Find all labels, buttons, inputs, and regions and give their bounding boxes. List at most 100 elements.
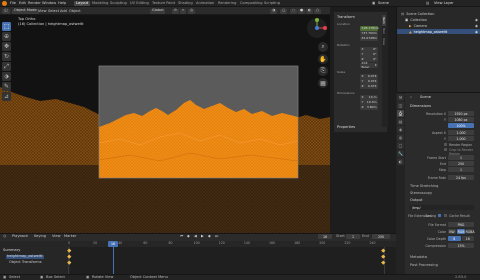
outliner-row-collection[interactable]: ▣ Collection ◉ bbox=[397, 17, 480, 22]
output-section-header[interactable]: Output bbox=[410, 198, 422, 202]
props-search-icon[interactable]: ⌕ bbox=[410, 95, 412, 100]
cursor-icon[interactable]: ⊕ bbox=[2, 32, 11, 41]
color-depth-16-button[interactable]: 16 bbox=[461, 236, 474, 241]
location-x-field[interactable]: X 28.1781m bbox=[360, 26, 379, 31]
3d-viewport[interactable] bbox=[0, 15, 330, 233]
timeline-editor-icon[interactable]: ◷ bbox=[3, 234, 6, 239]
track-heightmap[interactable]: heightmap_ostweltt bbox=[6, 254, 44, 259]
material-tab-icon[interactable]: ◐ bbox=[397, 158, 404, 165]
snap-icon[interactable]: ⌖ bbox=[180, 8, 187, 14]
view-layer-tab-icon[interactable]: ▤ bbox=[397, 118, 404, 125]
timeline-tracks[interactable] bbox=[0, 247, 396, 274]
frame-end-field[interactable]: 250 bbox=[448, 161, 474, 166]
grid-toggle-icon[interactable]: ▦ bbox=[318, 78, 328, 88]
resolution-x-field[interactable]: 1920 px bbox=[448, 111, 474, 116]
overlays-icon[interactable]: ◑ bbox=[270, 8, 278, 14]
timeline-menu-view[interactable]: View bbox=[52, 234, 61, 239]
location-z-field[interactable]: Z 1.0728m bbox=[360, 36, 378, 41]
resolution-percent-field[interactable]: 100% bbox=[448, 123, 474, 128]
output-tab-icon[interactable]: ⎙ bbox=[397, 110, 404, 117]
viewport-menu-select[interactable]: Select bbox=[48, 9, 59, 14]
world-tab-icon[interactable]: ◍ bbox=[397, 134, 404, 141]
transform-icon[interactable]: ⬗ bbox=[2, 72, 11, 81]
npanel-tab-view[interactable]: View bbox=[382, 36, 386, 47]
render-region-checkbox[interactable] bbox=[444, 143, 447, 146]
render-tab-icon[interactable]: ◫ bbox=[397, 102, 404, 109]
menu-render[interactable]: Render bbox=[28, 1, 41, 6]
cache-result-checkbox[interactable] bbox=[444, 214, 447, 217]
frame-rate-select[interactable]: 24 fps bbox=[448, 175, 474, 180]
color-bw-button[interactable]: BW bbox=[448, 229, 456, 234]
menu-edit[interactable]: Edit bbox=[19, 1, 26, 6]
timeline-menu-marker[interactable]: Marker bbox=[64, 234, 76, 239]
menu-file[interactable]: File bbox=[10, 1, 16, 6]
jump-end-icon[interactable]: ⏭ bbox=[215, 234, 218, 239]
resolution-y-field[interactable]: 1080 px bbox=[448, 117, 474, 122]
navigation-gizmo[interactable] bbox=[306, 17, 328, 39]
tab-scripting[interactable]: Scripting bbox=[262, 1, 282, 6]
output-path-field[interactable]: /tmp/ bbox=[410, 205, 474, 210]
tab-texture-paint[interactable]: Texture Paint bbox=[150, 1, 177, 6]
transform-panel-title[interactable]: Transform bbox=[337, 15, 355, 19]
play-icon[interactable]: ▶ bbox=[201, 234, 204, 239]
rotation-mode-select[interactable]: XYZ Euler ▾ bbox=[360, 61, 378, 69]
timeline-menu-playback[interactable]: Playback bbox=[12, 234, 28, 239]
dimensions-section-header[interactable]: Dimensions bbox=[410, 104, 431, 108]
visibility-eye-icon[interactable]: ◉ bbox=[475, 30, 478, 34]
aspect-x-field[interactable]: 1.000 bbox=[448, 130, 474, 135]
next-keyframe-icon[interactable]: ◆ bbox=[208, 234, 211, 239]
object-tab-icon[interactable]: ▢ bbox=[397, 142, 404, 149]
jump-start-icon[interactable]: ⏮ bbox=[180, 234, 183, 239]
pan-hand-icon[interactable]: ✋ bbox=[318, 54, 328, 64]
tab-compositing[interactable]: Compositing bbox=[238, 1, 265, 6]
tool-tab-icon[interactable]: ⚒ bbox=[397, 94, 404, 101]
scale-z-field[interactable]: Z 0.474 bbox=[360, 84, 378, 89]
npanel-tab-item[interactable]: Item bbox=[382, 15, 386, 26]
track-object-transforms[interactable]: Object Transforms bbox=[9, 260, 42, 265]
viewport-menu-object[interactable]: Object bbox=[69, 9, 81, 14]
zoom-icon[interactable]: ⌕ bbox=[318, 42, 328, 52]
scale-y-field[interactable]: Y 0.474 bbox=[360, 79, 378, 84]
rotation-x-field[interactable]: X 0° bbox=[360, 47, 378, 52]
rotation-y-field[interactable]: Y 0° bbox=[360, 52, 378, 57]
stereoscopy-section[interactable]: Stereoscopy bbox=[410, 191, 432, 195]
tab-layout[interactable]: Layout bbox=[74, 1, 91, 6]
view-layer-name[interactable]: View Layer bbox=[434, 1, 454, 6]
rotate-icon[interactable]: ↻ bbox=[2, 52, 11, 61]
dimensions-y-field[interactable]: Y 10.3m bbox=[360, 100, 378, 105]
start-frame-field[interactable]: 1 bbox=[346, 234, 360, 239]
shading-solid-icon[interactable]: ● bbox=[298, 8, 306, 14]
editor-type-icon[interactable]: ◫ bbox=[2, 8, 10, 14]
end-frame-field[interactable]: 250 bbox=[372, 234, 390, 239]
modifier-tab-icon[interactable]: 🔧 bbox=[397, 150, 404, 157]
shading-material-icon[interactable]: ◐ bbox=[306, 8, 314, 14]
tab-sculpting[interactable]: Sculpting bbox=[108, 1, 129, 6]
play-reverse-icon[interactable]: ◀ bbox=[194, 234, 197, 239]
tab-shading[interactable]: Shading bbox=[176, 1, 195, 6]
outliner-row-heightmap[interactable]: ▲ heightmap_ostweltt ◉ bbox=[397, 29, 480, 34]
orientation-selector[interactable]: Global bbox=[150, 8, 166, 14]
scale-x-field[interactable]: X 0.474 bbox=[360, 74, 378, 79]
viewport-menu-view[interactable]: View bbox=[38, 9, 47, 14]
color-rgba-button[interactable]: RGBA bbox=[465, 229, 475, 234]
current-frame-field[interactable]: 16 bbox=[318, 234, 332, 239]
xray-icon[interactable]: ▢ bbox=[280, 8, 288, 14]
pivot-icon[interactable]: ⊙ bbox=[172, 8, 180, 14]
file-format-select[interactable]: PNG bbox=[448, 222, 474, 227]
time-stretching-section[interactable]: Time Stretching bbox=[410, 184, 438, 188]
select-box-icon[interactable]: ⬚ bbox=[2, 22, 11, 31]
visibility-eye-icon[interactable]: ◉ bbox=[475, 24, 478, 28]
scale-icon[interactable]: ⤢ bbox=[2, 62, 11, 71]
color-rgb-button[interactable]: RGB bbox=[457, 229, 465, 234]
scene-selector-icon[interactable]: ▣ bbox=[372, 1, 375, 6]
compression-slider[interactable]: 15% bbox=[448, 243, 474, 248]
outliner-row-camera[interactable]: ▶ Camera ◉ bbox=[397, 23, 480, 28]
frame-step-field[interactable]: 1 bbox=[448, 167, 474, 172]
tab-uv-editing[interactable]: UV Editing bbox=[128, 1, 151, 6]
menu-help[interactable]: Help bbox=[58, 1, 66, 6]
crop-checkbox[interactable] bbox=[444, 148, 447, 151]
properties-panel-title[interactable]: Properties bbox=[337, 125, 355, 129]
view-layer-icon[interactable]: ▤ bbox=[426, 1, 429, 6]
mode-selector[interactable]: Object Mode bbox=[12, 8, 39, 14]
post-processing-section[interactable]: Post Processing bbox=[410, 263, 438, 267]
